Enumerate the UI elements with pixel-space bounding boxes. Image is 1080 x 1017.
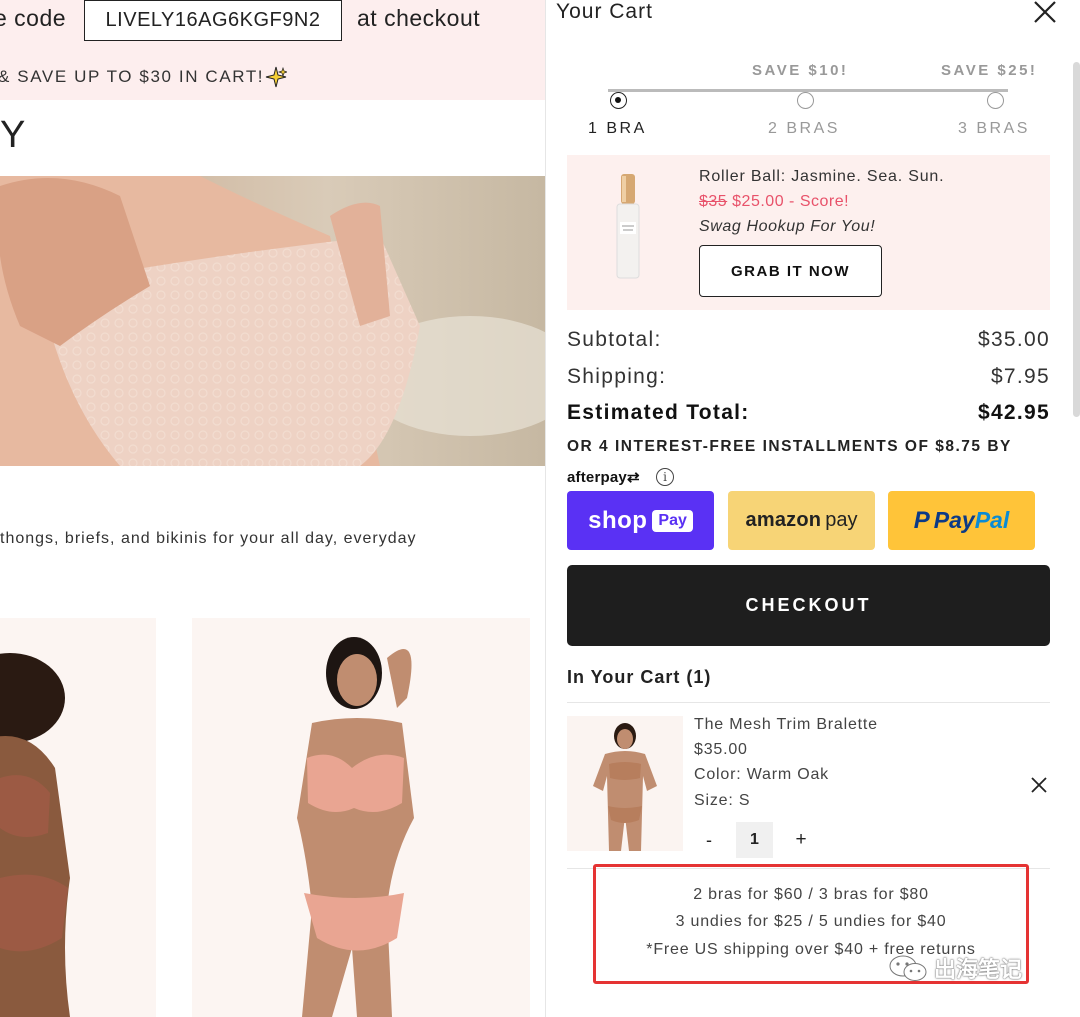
page-title: Y (0, 114, 27, 156)
quantity-decrease-button[interactable]: - (696, 825, 722, 855)
line-item-price: $35.00 (694, 741, 748, 758)
close-icon[interactable] (1030, 0, 1060, 26)
info-icon[interactable]: i (656, 468, 674, 486)
upsell-offer: Roller Ball: Jasmine. Sea. Sun. $35 $25.… (567, 155, 1050, 310)
watermark-text: 出海笔记 (934, 957, 1023, 982)
grab-it-now-button[interactable]: GRAB IT NOW (699, 245, 882, 297)
checkout-button[interactable]: CHECKOUT (567, 565, 1050, 646)
quantity-value[interactable]: 1 (736, 822, 773, 858)
scrollbar[interactable] (1073, 62, 1080, 417)
shipping-row: Shipping: $7.95 (567, 365, 1050, 389)
subtotal-row: Subtotal: $35.00 (567, 328, 1050, 352)
tier-label-3: 3 BRAS (958, 120, 1030, 137)
watermark: 出海笔记 (888, 950, 1022, 986)
category-description: thongs, briefs, and bikinis for your all… (0, 530, 417, 547)
subtotal-label: Subtotal: (567, 328, 662, 351)
tier-node-1 (610, 92, 627, 109)
installments-text: OR 4 INTEREST-FREE INSTALLMENTS OF $8.75… (567, 438, 1012, 455)
total-value: $42.95 (977, 401, 1050, 424)
sparkle-icon (265, 66, 287, 88)
paypal-pay-word: Pay (933, 507, 975, 533)
promo-code-prefix: e code (0, 5, 67, 31)
promo-code-suffix: at checkout (357, 5, 481, 31)
product-card[interactable] (192, 618, 530, 1017)
upsell-new-price: $25.00 - Score! (732, 193, 850, 210)
upsell-price: $35 $25.00 - Score! (699, 193, 849, 211)
tier-savings-2: SAVE $10! (752, 62, 849, 79)
line-item-size: Size: S (694, 792, 751, 809)
paypal-icon: P (913, 506, 930, 534)
roller-ball-image (616, 174, 640, 279)
line-item-name[interactable]: The Mesh Trim Bralette (694, 716, 878, 734)
shipping-label: Shipping: (567, 365, 667, 388)
afterpay-logo: afterpay⇄ (567, 468, 640, 486)
shipping-value: $7.95 (990, 365, 1050, 388)
shop-pay-pill: Pay (652, 509, 693, 532)
amazon-wordmark: amazon (745, 509, 822, 531)
upsell-note: Swag Hookup For You! (699, 218, 876, 235)
line-item-image[interactable] (567, 716, 683, 851)
divider (567, 702, 1050, 703)
afterpay-wordmark: afterpay (567, 469, 627, 486)
total-label: Estimated Total: (567, 401, 750, 424)
shop-pay-button[interactable]: shop Pay (567, 491, 714, 550)
offer-line-undies: 3 undies for $25 / 5 undies for $40 (675, 913, 947, 930)
hero-image (0, 176, 545, 466)
cart-drawer: Your Cart SAVE $10! SAVE $25! 1 BRA 2 BR… (545, 0, 1080, 1017)
tier-label-1: 1 BRA (588, 120, 647, 137)
promo-code-banner: e code LIVELY16AG6KGF9N2 at checkout (0, 0, 545, 55)
shop-pay-wordmark: shop (588, 506, 648, 534)
cart-title: Your Cart (556, 0, 653, 23)
subtotal-value: $35.00 (977, 328, 1050, 351)
tier-node-3 (987, 92, 1004, 109)
promo-savings-text: & SAVE UP TO $30 IN CART! (0, 67, 265, 86)
promo-code[interactable]: LIVELY16AG6KGF9N2 (84, 0, 342, 41)
upsell-product-name: Roller Ball: Jasmine. Sea. Sun. (699, 168, 945, 185)
remove-item-icon[interactable] (1030, 776, 1048, 794)
total-row: Estimated Total: $42.95 (567, 401, 1050, 425)
offer-line-bras: 2 bras for $60 / 3 bras for $80 (693, 886, 929, 903)
product-card[interactable] (0, 618, 156, 1017)
afterpay-arrows-icon: ⇄ (626, 469, 640, 486)
paypal-pal-word: Pal (974, 507, 1010, 533)
amazon-pay-button[interactable]: amazon pay (728, 491, 875, 550)
product-listing-page: e code LIVELY16AG6KGF9N2 at checkout & S… (0, 0, 545, 1017)
tier-label-2: 2 BRAS (768, 120, 840, 137)
quantity-increase-button[interactable]: + (788, 825, 814, 855)
tier-savings-3: SAVE $25! (941, 62, 1038, 79)
in-cart-heading: In Your Cart (1) (567, 667, 712, 687)
wechat-icon (889, 955, 927, 981)
paypal-button[interactable]: P Pay Pal (888, 491, 1035, 550)
amazon-pay-wordmark: pay (825, 509, 858, 531)
upsell-old-price: $35 (699, 193, 728, 210)
tier-node-2 (797, 92, 814, 109)
line-item-color: Color: Warm Oak (694, 766, 829, 783)
